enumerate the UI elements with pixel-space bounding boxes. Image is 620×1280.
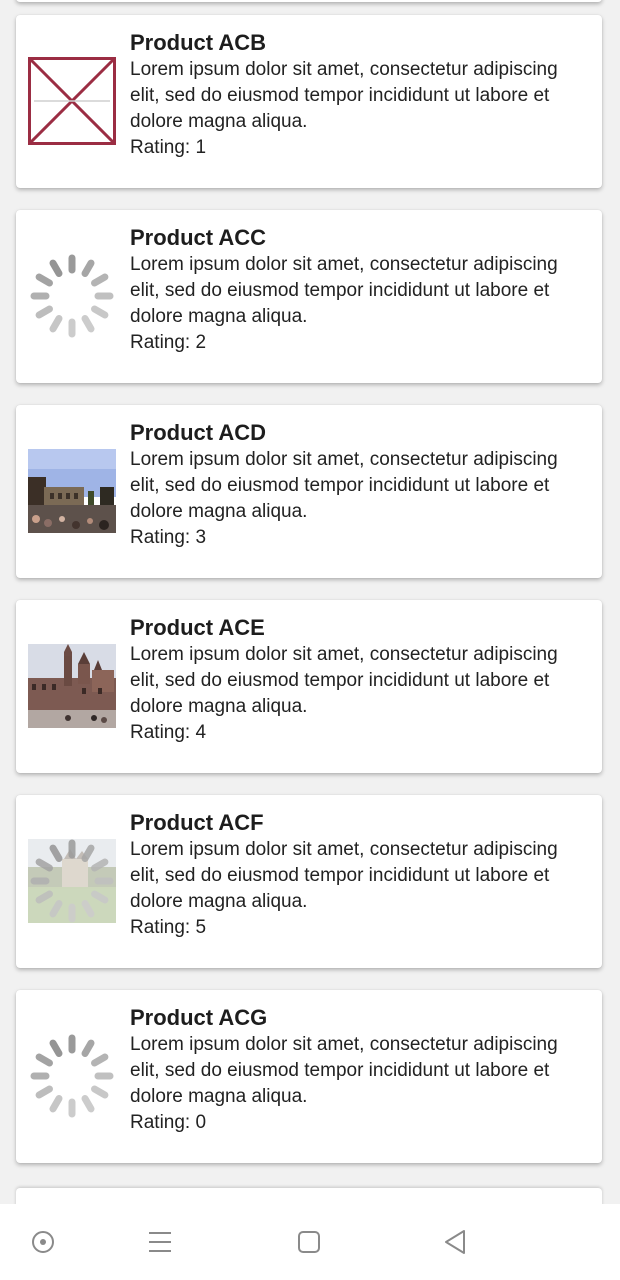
product-description: Lorem ipsum dolor sit amet, consectetur … xyxy=(130,644,558,717)
broken-image-icon xyxy=(28,57,116,145)
product-description: Lorem ipsum dolor sit amet, consectetur … xyxy=(130,254,558,327)
product-description: Lorem ipsum dolor sit amet, consectetur … xyxy=(130,449,558,522)
product-title: Product ACF xyxy=(130,810,264,835)
product-description: Lorem ipsum dolor sit amet, consectetur … xyxy=(130,1034,558,1107)
system-navigation-bar xyxy=(0,1204,620,1280)
product-rating: Rating: 4 xyxy=(130,722,207,743)
product-card[interactable]: Product ACC Lorem ipsum dolor sit amet, … xyxy=(16,210,602,383)
colosseum-photo xyxy=(28,447,116,535)
product-title: Product ACG xyxy=(130,1005,268,1030)
product-rating: Rating: 1 xyxy=(130,137,207,158)
product-title: Product ACD xyxy=(130,420,267,445)
product-rating: Rating: 2 xyxy=(130,332,207,353)
product-title: Product ACC xyxy=(130,225,267,250)
product-card[interactable]: Product ACE Lorem ipsum dolor sit amet, … xyxy=(16,600,602,773)
product-title: Product ACB xyxy=(130,30,267,55)
home-square-icon[interactable] xyxy=(295,1228,323,1256)
product-card[interactable]: Product ACB Lorem ipsum dolor sit amet, … xyxy=(16,15,602,188)
product-description: Lorem ipsum dolor sit amet, consectetur … xyxy=(130,59,558,132)
product-rating: Rating: 5 xyxy=(130,917,207,938)
product-card[interactable]: Product ACG Lorem ipsum dolor sit amet, … xyxy=(16,990,602,1163)
back-triangle-icon[interactable] xyxy=(442,1228,470,1256)
product-rating: Rating: 3 xyxy=(130,527,207,548)
product-description: Lorem ipsum dolor sit amet, consectetur … xyxy=(130,839,558,912)
product-list[interactable]: Product ACB Lorem ipsum dolor sit amet, … xyxy=(0,0,620,1204)
castle-photo-loading xyxy=(28,837,116,925)
product-card[interactable]: Product ACF Lorem ipsum dolor sit amet, … xyxy=(16,795,602,968)
assistant-icon[interactable] xyxy=(29,1228,57,1256)
menu-icon[interactable] xyxy=(146,1228,174,1256)
product-title: Product ACE xyxy=(130,615,265,640)
next-card-edge xyxy=(16,1188,602,1204)
loading-spinner-icon xyxy=(28,252,116,340)
previous-card-edge xyxy=(16,0,602,2)
town-hall-photo xyxy=(28,642,116,730)
loading-spinner-icon xyxy=(28,1032,116,1120)
product-rating: Rating: 0 xyxy=(130,1112,207,1133)
product-card[interactable]: Product ACD Lorem ipsum dolor sit amet, … xyxy=(16,405,602,578)
